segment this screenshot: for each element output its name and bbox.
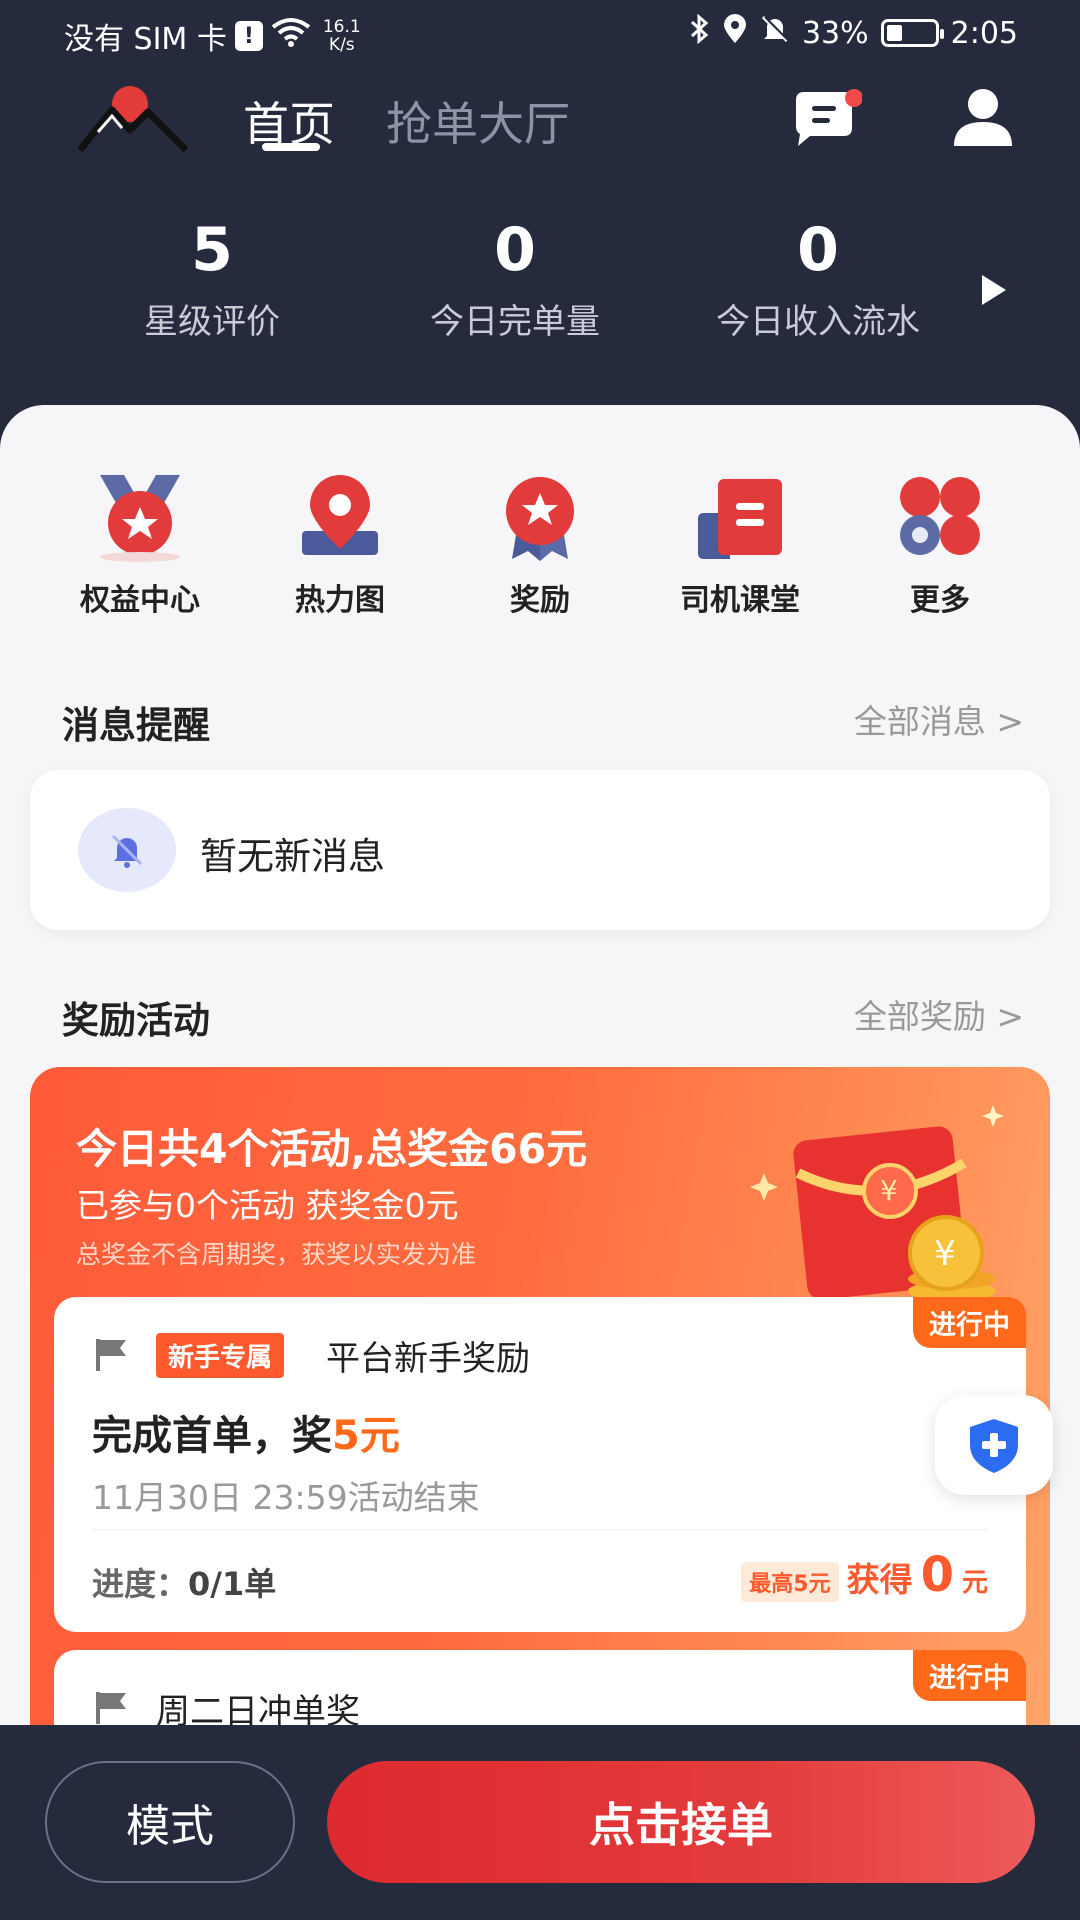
reward-banner: 今日共4个活动,总奖金66元 已参与0个活动 获奖金0元 总奖金不含周期奖，获奖… [30, 1067, 1050, 1725]
bluetooth-icon [688, 13, 710, 52]
reward-note: 总奖金不含周期奖，获奖以实发为准 [76, 1240, 477, 1269]
tab-order-hall[interactable]: 抢单大厅 [386, 88, 570, 154]
reward-participated: 已参与0个活动 获奖金0元 [76, 1186, 459, 1225]
stat-income[interactable]: 0 今日收入流水 [698, 218, 938, 343]
stat-label: 今日完单量 [430, 302, 600, 342]
accept-order-button[interactable]: 点击接单 [327, 1761, 1035, 1883]
activity-progress: 进度：0/1单 [92, 1565, 277, 1603]
reward-headline: 今日共4个活动,总奖金66元 [76, 1125, 588, 1173]
stat-star-rating[interactable]: 5 星级评价 [92, 218, 332, 343]
header: 首页 抢单大厅 5 星级评价 0 今日完单量 0 今日收入流水 [0, 68, 1080, 388]
net-speed: 16.1 K/s [322, 17, 361, 55]
quick-action-label: 更多 [910, 583, 970, 618]
bottom-bar: 模式 点击接单 [0, 1725, 1080, 1920]
message-icon[interactable] [792, 88, 863, 148]
quick-action-driver-class[interactable]: 司机课堂 [650, 473, 830, 619]
newbie-tag: 新手专属 [156, 1333, 285, 1378]
activity-status-badge: 进行中 [913, 1297, 1026, 1348]
flag-icon [94, 1337, 128, 1371]
earned-unit: 元 [961, 1568, 988, 1598]
stat-value: 0 [494, 215, 536, 285]
battery-icon [880, 19, 944, 47]
sim-alert-icon: ! [234, 21, 263, 51]
red-packet-icon: ¥ ¥ [720, 1103, 1030, 1323]
quick-action-label: 奖励 [510, 583, 570, 618]
flag-icon [94, 1690, 128, 1724]
activity-end-time: 11月30日 23:59活动结束 [92, 1478, 480, 1517]
divider [92, 1529, 988, 1530]
medal-icon [90, 473, 190, 563]
earned-label: 获得 [846, 1560, 913, 1599]
main-content: 权益中心 热力图 奖励 司机课堂 更多 消息提醒 全部消息 > 暂无新消息 奖励… [0, 405, 1080, 1725]
activity-name: 平台新手奖励 [326, 1339, 530, 1379]
empty-message-text: 暂无新消息 [200, 835, 385, 878]
mode-button[interactable]: 模式 [45, 1761, 295, 1883]
messages-title: 消息提醒 [62, 704, 210, 747]
wifi-icon [271, 17, 311, 55]
stat-value: 5 [191, 215, 233, 285]
max-reward-tag: 最高5元 [741, 1562, 839, 1602]
quick-action-label: 司机课堂 [680, 583, 800, 618]
rewards-title: 奖励活动 [62, 999, 210, 1042]
quick-action-label: 热力图 [295, 583, 385, 618]
status-bar: 没有 SIM 卡 ! 16.1 K/s 33% 2:05 [0, 0, 1080, 68]
user-profile-icon[interactable] [948, 86, 1018, 150]
activity-card[interactable]: 进行中 新手专属 平台新手奖励 完成首单，奖5元 11月30日 23:59活动结… [54, 1297, 1026, 1632]
svg-text:¥: ¥ [934, 1234, 956, 1274]
quick-action-label: 权益中心 [80, 583, 200, 618]
quick-action-benefits[interactable]: 权益中心 [50, 473, 230, 619]
clock: 2:05 [950, 15, 1018, 51]
quick-action-more[interactable]: 更多 [850, 473, 1030, 619]
stat-completed-orders[interactable]: 0 今日完单量 [395, 218, 635, 343]
stat-value: 0 [797, 215, 839, 285]
carrier-text: 没有 SIM 卡 [64, 22, 227, 57]
mute-bell-icon [760, 14, 790, 52]
tab-underline [262, 143, 320, 151]
message-card[interactable]: 暂无新消息 [30, 770, 1050, 930]
map-pin-icon [290, 473, 390, 563]
shield-icon [970, 1419, 1018, 1473]
safety-shield-button[interactable] [935, 1395, 1053, 1495]
bell-icon [78, 808, 176, 892]
stat-label: 今日收入流水 [716, 302, 920, 342]
quick-action-heatmap[interactable]: 热力图 [250, 473, 430, 619]
all-rewards-link[interactable]: 全部奖励 > [854, 990, 1024, 1038]
location-icon [722, 14, 748, 52]
svg-text:¥: ¥ [880, 1174, 898, 1207]
app-logo-icon [77, 82, 189, 153]
stat-label: 星级评价 [144, 302, 280, 342]
battery-percent: 33% [801, 15, 869, 51]
activity-earnings: 最高5元 获得 0 元 [741, 1547, 988, 1603]
activity-card[interactable]: 进行中 周二日冲单奖 [54, 1650, 1026, 1725]
earned-value: 0 [920, 1547, 954, 1603]
quick-action-rewards[interactable]: 奖励 [450, 473, 630, 619]
activity-goal: 完成首单，奖5元 [92, 1413, 400, 1459]
activity-name: 周二日冲单奖 [156, 1692, 360, 1725]
activity-status-badge: 进行中 [913, 1650, 1026, 1701]
all-messages-link[interactable]: 全部消息 > [854, 695, 1024, 743]
book-icon [690, 473, 790, 563]
award-icon [490, 473, 590, 563]
play-arrow-icon[interactable] [982, 275, 1006, 305]
more-icon [890, 473, 990, 563]
